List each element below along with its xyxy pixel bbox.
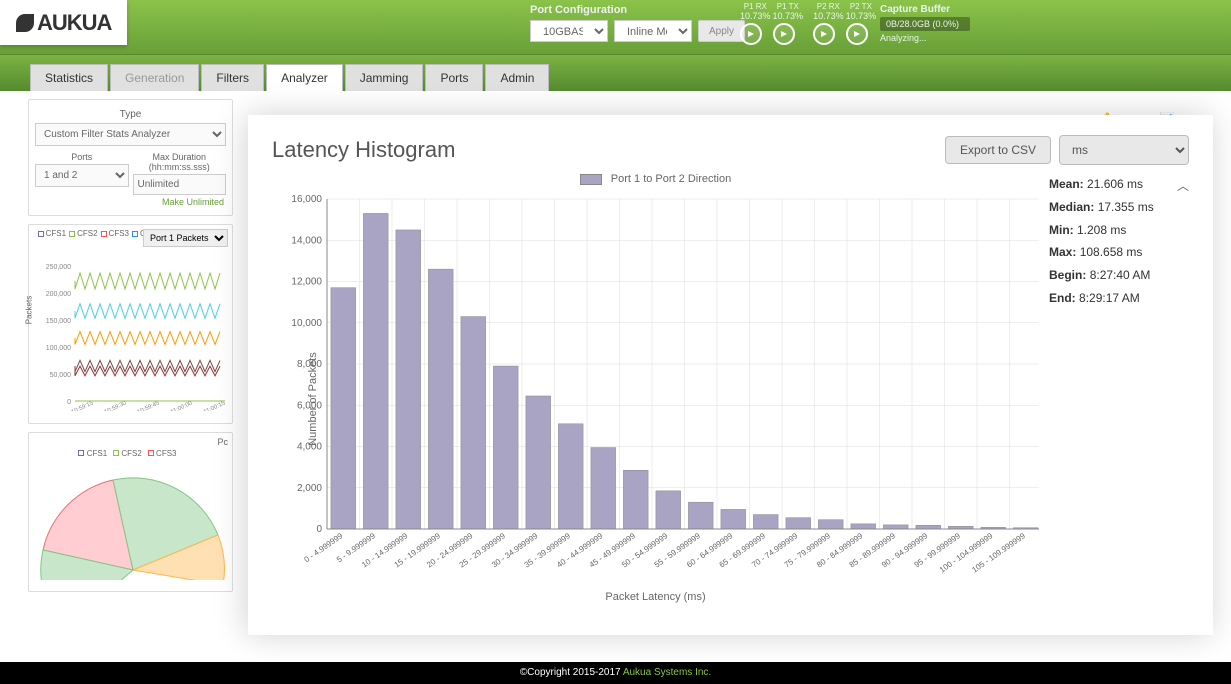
port-stat-1: P1 TX10.73% [773, 2, 804, 45]
capture-buffer: Capture Buffer 0B/28.0GB (0.0%) Analyzin… [880, 4, 970, 43]
svg-text:150,000: 150,000 [46, 318, 71, 325]
histogram-xlabel: Packet Latency (ms) [272, 591, 1039, 603]
header: AUKUA Port Configuration 10GBASE-T Inlin… [0, 0, 1231, 55]
packets-chart-panel: Port 1 Packets CFS1CFS2CFS3CFS4CFS5CFS6 … [28, 224, 233, 424]
analyzer-type-select[interactable]: Custom Filter Stats Analyzer [35, 123, 226, 146]
port-stat-0: P1 RX10.73% [740, 2, 771, 45]
svg-text:10,000: 10,000 [291, 318, 322, 329]
legend-color-box [580, 174, 602, 185]
packets-chart-select[interactable]: Port 1 Packets [143, 229, 228, 247]
svg-text:50,000: 50,000 [50, 372, 72, 379]
begin-value: 8:27:40 AM [1090, 268, 1151, 282]
port-circle-icon[interactable] [773, 23, 795, 45]
svg-text:11:00:15: 11:00:15 [203, 400, 227, 411]
pie-legend: CFS1 CFS2 CFS3 [33, 447, 228, 460]
histogram-title: Latency Histogram [272, 137, 455, 163]
begin-label: Begin: [1049, 268, 1086, 282]
port-stats: P1 RX10.73%P1 TX10.73% P2 RX10.73%P2 TX10… [740, 2, 876, 45]
max-value: 108.658 ms [1080, 245, 1143, 259]
sidebar: Type Custom Filter Stats Analyzer Ports … [28, 99, 233, 600]
port-circle-icon[interactable] [846, 23, 868, 45]
port-type-select[interactable]: 10GBASE-T [530, 20, 608, 42]
port-circle-icon[interactable] [740, 23, 762, 45]
footer: ©Copyright 2015-2017 Aukua Systems Inc. [0, 662, 1231, 684]
logo: AUKUA [0, 0, 127, 45]
min-label: Min: [1049, 223, 1074, 237]
legend-text: Port 1 to Port 2 Direction [611, 173, 731, 185]
capture-status: Analyzing... [880, 33, 970, 43]
packets-line-chart: 250,000200,000150,000100,00050,000010:59… [33, 256, 228, 411]
histogram-bars: 02,0004,0006,0008,00010,00012,00014,0001… [272, 189, 1039, 584]
svg-text:14,000: 14,000 [291, 235, 322, 246]
svg-text:0: 0 [316, 524, 322, 535]
duration-label: Max Duration (hh:mm:ss.sss) [133, 150, 227, 174]
svg-text:12,000: 12,000 [291, 277, 322, 288]
toolbar: StatisticsGenerationFiltersAnalyzerJammi… [0, 55, 1231, 91]
port-circle-icon[interactable] [813, 23, 835, 45]
legend-CFS1: CFS1 [38, 229, 66, 238]
legend-CFS2: CFS2 [69, 229, 97, 238]
svg-text:11:00:00: 11:00:00 [170, 400, 194, 411]
svg-text:10:59:45: 10:59:45 [137, 400, 161, 411]
tab-admin[interactable]: Admin [485, 64, 549, 91]
capture-buffer-size: 0B/28.0GB (0.0%) [880, 17, 970, 31]
max-label: Max: [1049, 245, 1076, 259]
export-csv-button[interactable]: Export to CSV [945, 136, 1051, 164]
svg-text:200,000: 200,000 [46, 291, 71, 298]
tab-statistics[interactable]: Statistics [30, 64, 108, 91]
histogram-legend: Port 1 to Port 2 Direction [272, 173, 1039, 185]
port-mode-select[interactable]: Inline Mode [614, 20, 692, 42]
svg-text:2,000: 2,000 [297, 483, 322, 494]
min-value: 1.208 ms [1077, 223, 1126, 237]
port-config-label: Port Configuration [530, 4, 745, 16]
pie-legend-CFS2: CFS2 [113, 449, 142, 458]
svg-text:16,000: 16,000 [291, 194, 322, 205]
svg-text:10:59:30: 10:59:30 [104, 400, 128, 411]
svg-text:250,000: 250,000 [46, 264, 71, 271]
mean-value: 21.606 ms [1087, 177, 1143, 191]
port-configuration: Port Configuration 10GBASE-T Inline Mode… [530, 4, 745, 42]
histogram-chart: Port 1 to Port 2 Direction Number of Pac… [272, 173, 1039, 613]
median-label: Median: [1049, 200, 1094, 214]
svg-text:10:59:15: 10:59:15 [71, 400, 95, 411]
type-label: Type [35, 106, 226, 123]
unit-select[interactable]: ms [1059, 135, 1189, 165]
ports-label: Ports [35, 150, 129, 164]
legend-CFS3: CFS3 [101, 229, 129, 238]
pie-legend-CFS1: CFS1 [78, 449, 107, 458]
tab-ports[interactable]: Ports [425, 64, 483, 91]
svg-text:0: 0 [67, 399, 71, 406]
median-value: 17.355 ms [1098, 200, 1154, 214]
chevron-up-icon[interactable]: ︿ [1177, 175, 1189, 198]
port-stat-3: P2 TX10.73% [846, 2, 877, 45]
pie-label: Pc [33, 437, 228, 447]
copyright: ©Copyright 2015-2017 [520, 667, 623, 678]
tab-filters[interactable]: Filters [201, 64, 264, 91]
histogram-stats: ︿ Mean: 21.606 ms Median: 17.355 ms Min:… [1049, 173, 1189, 613]
capture-buffer-label: Capture Buffer [880, 4, 970, 15]
tab-jamming[interactable]: Jamming [345, 64, 424, 91]
ports-select[interactable]: 1 and 2 [35, 164, 129, 187]
footer-link[interactable]: Aukua Systems Inc. [623, 667, 711, 678]
pie-legend-CFS3: CFS3 [148, 449, 177, 458]
tab-generation[interactable]: Generation [110, 64, 199, 91]
histogram-ylabel: Number of Packets [307, 352, 319, 446]
mean-label: Mean: [1049, 177, 1084, 191]
port-stat-2: P2 RX10.73% [813, 2, 844, 45]
duration-input[interactable] [133, 174, 227, 195]
make-unlimited-link[interactable]: Make Unlimited [35, 195, 226, 209]
end-label: End: [1049, 291, 1076, 305]
logo-swoosh-icon [16, 14, 34, 32]
latency-histogram-panel: Latency Histogram Export to CSV ms Port … [248, 115, 1213, 635]
pie-chart [33, 460, 228, 580]
end-value: 8:29:17 AM [1079, 291, 1140, 305]
apply-button[interactable]: Apply [698, 20, 745, 42]
tab-analyzer[interactable]: Analyzer [266, 64, 343, 91]
svg-text:100,000: 100,000 [46, 345, 71, 352]
analyzer-type-panel: Type Custom Filter Stats Analyzer Ports … [28, 99, 233, 216]
pie-chart-panel: Pc CFS1 CFS2 CFS3 [28, 432, 233, 592]
packets-ylabel: Packets [25, 295, 34, 323]
logo-text: AUKUA [37, 10, 111, 36]
